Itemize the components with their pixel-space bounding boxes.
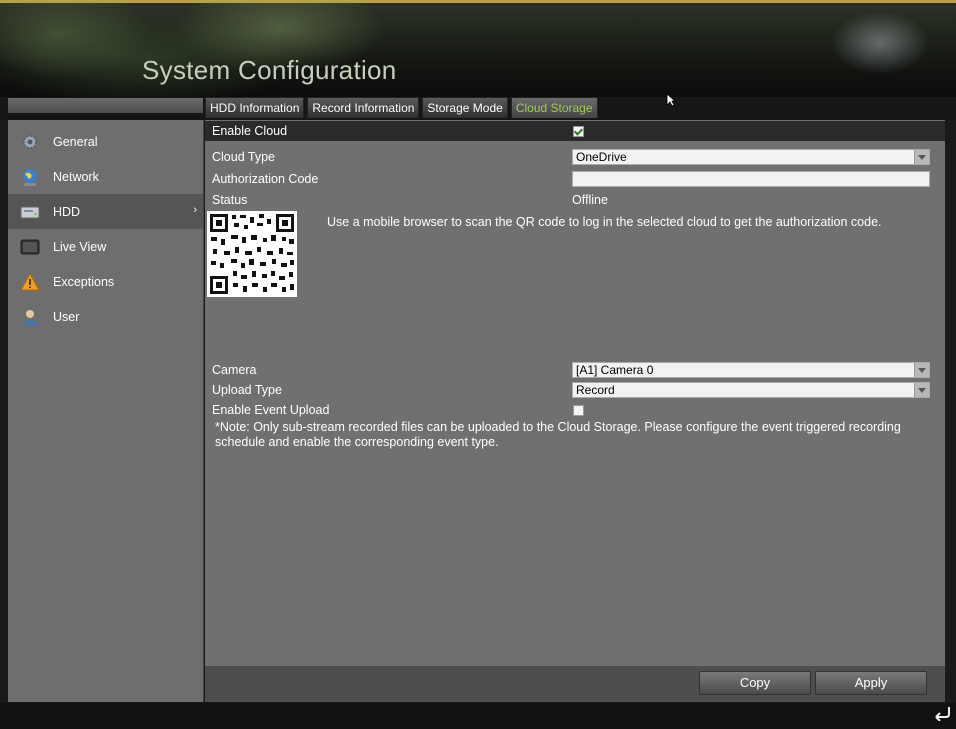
header-banner: System Configuration <box>0 0 956 97</box>
status-row: Status Offline <box>205 192 945 209</box>
gear-icon <box>20 133 40 151</box>
tab-hdd-information[interactable]: HDD Information <box>205 97 305 118</box>
enable-event-upload-label: Enable Event Upload <box>212 403 330 417</box>
cloud-type-label: Cloud Type <box>212 150 276 164</box>
camera-value: [A1] Camera 0 <box>576 363 654 377</box>
chevron-right-icon: › <box>193 204 197 216</box>
sidebar-item-general[interactable]: General <box>8 124 203 159</box>
status-label: Status <box>212 193 248 207</box>
upload-note: *Note: Only sub-stream recorded files ca… <box>215 420 901 449</box>
tab-record-information[interactable]: Record Information <box>307 97 420 118</box>
cloud-type-value: OneDrive <box>576 150 627 164</box>
apply-button[interactable]: Apply <box>815 671 927 695</box>
camera-row: Camera [A1] Camera 0 <box>205 362 945 379</box>
copy-button[interactable]: Copy <box>699 671 811 695</box>
sidebar-item-label: Exceptions <box>53 274 115 289</box>
back-arrow-icon[interactable] <box>932 703 952 722</box>
sidebar-item-label: General <box>53 134 98 149</box>
mouse-cursor-icon <box>666 93 677 110</box>
enable-cloud-row: Enable Cloud <box>205 121 945 141</box>
enable-cloud-label: Enable Cloud <box>212 124 288 138</box>
authorization-code-label: Authorization Code <box>212 172 319 186</box>
tab-storage-mode[interactable]: Storage Mode <box>422 97 508 118</box>
user-icon <box>20 308 40 326</box>
cloud-type-row: Cloud Type OneDrive <box>205 149 945 166</box>
action-bar: Copy Apply <box>205 666 945 702</box>
sidebar-item-label: HDD <box>53 204 81 219</box>
sidebar-item-label: Live View <box>53 239 107 254</box>
camera-select[interactable]: [A1] Camera 0 <box>572 362 930 378</box>
sidebar-item-live-view[interactable]: Live View <box>8 229 203 264</box>
sidebar-item-network[interactable]: Network <box>8 159 203 194</box>
enable-event-upload-checkbox[interactable] <box>573 405 584 416</box>
warning-icon <box>20 272 40 291</box>
upload-type-label: Upload Type <box>212 383 282 397</box>
enable-cloud-checkbox[interactable] <box>573 126 584 137</box>
camera-label: Camera <box>212 363 257 377</box>
sidebar-item-label: Network <box>53 169 99 184</box>
sidebar-item-label: User <box>53 309 80 324</box>
sidebar-item-exceptions[interactable]: Exceptions <box>8 264 203 299</box>
hdd-icon <box>20 203 40 221</box>
globe-icon <box>20 168 40 186</box>
authorization-code-input[interactable] <box>572 171 930 187</box>
authorization-code-row: Authorization Code <box>205 171 945 188</box>
status-bar <box>0 703 956 729</box>
tab-cloud-storage[interactable]: Cloud Storage <box>510 97 598 118</box>
qr-instructions: Use a mobile browser to scan the QR code… <box>327 215 882 229</box>
page-title: System Configuration <box>142 55 397 85</box>
tab-bar: HDD Information Record Information Stora… <box>205 97 601 118</box>
qr-code <box>207 211 297 297</box>
chevron-down-icon <box>914 363 929 377</box>
upload-type-select[interactable]: Record <box>572 382 930 398</box>
sidebar: General Network HDD › Live View Exceptio… <box>8 120 204 702</box>
cloud-type-select[interactable]: OneDrive <box>572 149 930 165</box>
sidebar-item-user[interactable]: User <box>8 299 203 334</box>
sidebar-item-hdd[interactable]: HDD › <box>8 194 203 229</box>
upload-type-row: Upload Type Record <box>205 382 945 399</box>
chevron-down-icon <box>914 383 929 397</box>
status-value: Offline <box>572 193 608 207</box>
upload-type-value: Record <box>576 383 615 397</box>
chevron-down-icon <box>914 150 929 164</box>
cloud-storage-panel: Enable Cloud Cloud Type OneDrive Authori… <box>205 120 945 666</box>
monitor-icon <box>20 238 40 256</box>
enable-event-upload-row: Enable Event Upload <box>205 402 945 419</box>
sidebar-header <box>8 98 203 113</box>
